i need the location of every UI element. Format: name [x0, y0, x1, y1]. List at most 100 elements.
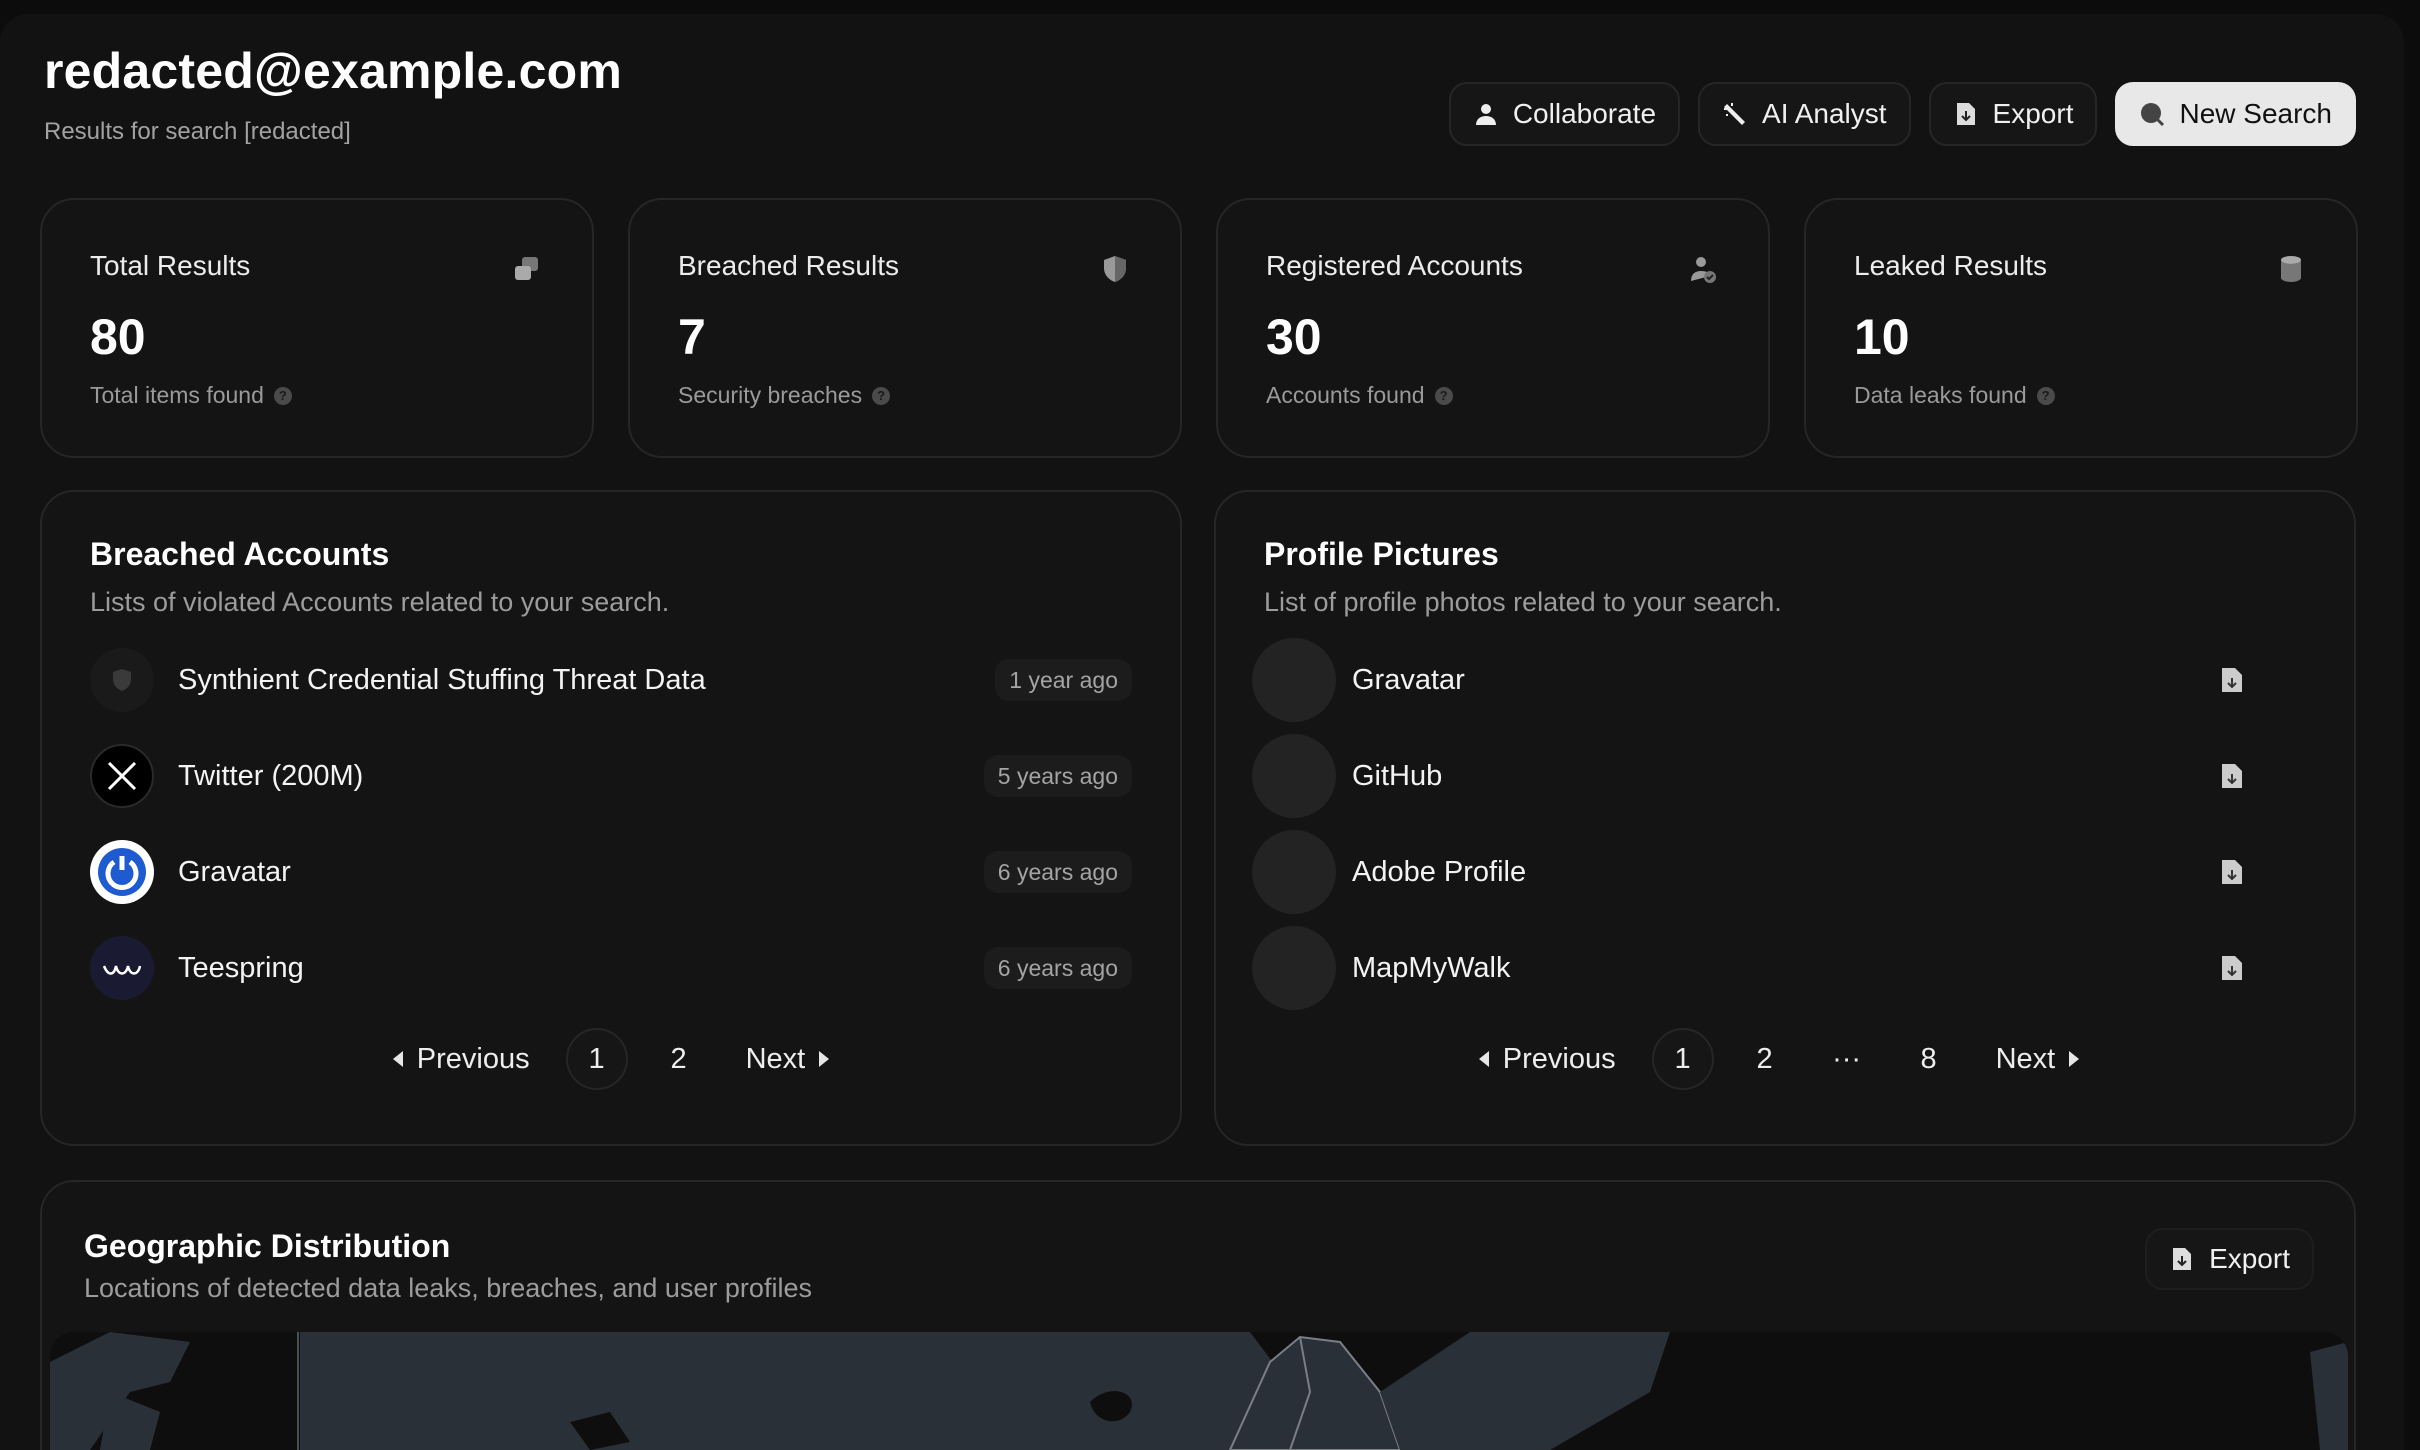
gravatar-logo-icon: [90, 840, 154, 904]
search-icon: [2139, 101, 2165, 127]
export-label: Export: [1992, 98, 2074, 129]
new-search-button[interactable]: New Search: [2115, 82, 2356, 146]
previous-label: Previous: [416, 1042, 530, 1075]
breach-name: Gravatar: [178, 855, 291, 888]
download-icon[interactable]: [2218, 954, 2246, 982]
copy-icon: [512, 254, 542, 284]
user-check-icon: [1688, 254, 1718, 284]
chevron-left-icon: [392, 1051, 403, 1067]
breach-name: Synthient Credential Stuffing Threat Dat…: [178, 663, 706, 696]
breach-pagination: Previous 1 2 Next: [90, 1028, 1132, 1090]
profile-name: Gravatar: [1352, 663, 1465, 696]
chevron-right-icon: [2069, 1051, 2080, 1067]
shield-logo-icon: [90, 648, 154, 712]
stat-value: 80: [90, 309, 146, 365]
ai-analyst-button[interactable]: AI Analyst: [1698, 82, 1911, 146]
stat-label: Registered Accounts: [1266, 250, 1523, 281]
stat-sub-text: Total items found: [90, 382, 264, 408]
stat-label: Leaked Results: [1854, 250, 2048, 281]
user-icon: [1473, 101, 1499, 127]
profile-name: MapMyWalk: [1352, 951, 1511, 984]
collaborate-label: Collaborate: [1512, 98, 1657, 129]
chevron-left-icon: [1478, 1051, 1489, 1067]
previous-label: Previous: [1502, 1042, 1616, 1075]
avatar: [1252, 830, 1336, 914]
panel-description: Lists of violated Accounts related to yo…: [90, 587, 670, 617]
list-item[interactable]: Teespring 6 years ago: [90, 920, 1132, 1016]
breach-list: Synthient Credential Stuffing Threat Dat…: [90, 632, 1132, 1016]
page-title: redacted@example.com: [44, 43, 622, 99]
stat-sub-text: Data leaks found: [1854, 382, 2027, 408]
list-item[interactable]: GitHub: [1252, 728, 2306, 824]
page-button[interactable]: 2: [1734, 1028, 1796, 1090]
download-icon[interactable]: [2218, 666, 2246, 694]
breach-time: 6 years ago: [983, 947, 1132, 989]
stat-label: Total Results: [90, 250, 251, 281]
stat-card-registered: Registered Accounts 30 Accounts found?: [1216, 198, 1770, 458]
page-button[interactable]: 8: [1898, 1028, 1960, 1090]
next-page-button[interactable]: Next: [730, 1028, 846, 1090]
page-button[interactable]: 1: [1651, 1028, 1714, 1090]
help-icon[interactable]: ?: [2036, 386, 2055, 405]
panel-title: Geographic Distribution: [84, 1228, 451, 1264]
page-ellipsis: ···: [1832, 1042, 1862, 1075]
download-icon[interactable]: [2218, 858, 2246, 886]
geo-export-button[interactable]: Export: [2145, 1228, 2314, 1290]
export-label: Export: [2209, 1243, 2290, 1274]
list-item[interactable]: Gravatar: [1252, 632, 2306, 728]
export-button[interactable]: Export: [1928, 82, 2098, 146]
stat-sub: Accounts found?: [1266, 382, 1720, 409]
help-icon[interactable]: ?: [1434, 386, 1453, 405]
header: redacted@example.com Results for search …: [44, 42, 622, 146]
help-icon[interactable]: ?: [273, 386, 292, 405]
page-button[interactable]: 2: [648, 1028, 710, 1090]
page-button[interactable]: 1: [565, 1028, 628, 1090]
panel-title: Breached Accounts: [90, 536, 390, 572]
next-page-button[interactable]: Next: [1980, 1028, 2096, 1090]
profile-name: Adobe Profile: [1352, 855, 1527, 888]
breach-time: 6 years ago: [983, 851, 1132, 893]
wand-icon: [1722, 101, 1748, 127]
list-item[interactable]: Adobe Profile: [1252, 824, 2306, 920]
stat-sub-text: Security breaches: [678, 382, 863, 408]
shield-icon: [1100, 254, 1130, 284]
list-item[interactable]: MapMyWalk: [1252, 920, 2306, 1016]
breach-time: 5 years ago: [983, 755, 1132, 797]
stat-sub: Total items found?: [90, 382, 544, 409]
panel-title: Profile Pictures: [1264, 536, 1499, 572]
ai-analyst-label: AI Analyst: [1762, 98, 1887, 129]
breach-name: Twitter (200M): [178, 759, 364, 792]
list-item[interactable]: Twitter (200M) 5 years ago: [90, 728, 1132, 824]
list-item[interactable]: Gravatar 6 years ago: [90, 824, 1132, 920]
profile-list: Gravatar GitHub Adobe Profile MapMyWalk: [1252, 632, 2306, 1016]
avatar: [1252, 734, 1336, 818]
x-logo-icon: [90, 744, 154, 808]
new-search-label: New Search: [2179, 98, 2332, 129]
help-icon[interactable]: ?: [872, 386, 891, 405]
stat-label: Breached Results: [678, 250, 900, 281]
stats-row: Total Results 80 Total items found? Brea…: [40, 198, 2358, 458]
stat-card-leaked: Leaked Results 10 Data leaks found?: [1804, 198, 2358, 458]
stat-value: 30: [1266, 309, 1322, 365]
world-map[interactable]: [50, 1332, 2348, 1450]
avatar: [1252, 638, 1336, 722]
page-subtitle: Results for search [redacted]: [44, 118, 351, 145]
previous-page-button[interactable]: Previous: [1463, 1028, 1632, 1090]
stat-value: 7: [678, 309, 706, 365]
previous-page-button[interactable]: Previous: [377, 1028, 546, 1090]
teespring-logo-icon: [90, 936, 154, 1000]
database-icon: [2276, 254, 2306, 284]
panel-description: Locations of detected data leaks, breach…: [84, 1273, 812, 1303]
breached-accounts-panel: Breached Accounts Lists of violated Acco…: [40, 490, 1182, 1146]
collaborate-button[interactable]: Collaborate: [1448, 82, 1681, 146]
stat-sub: Data leaks found?: [1854, 382, 2308, 409]
next-label: Next: [745, 1042, 806, 1075]
stat-sub: Security breaches?: [678, 382, 1132, 409]
download-icon[interactable]: [2218, 762, 2246, 790]
profile-pictures-panel: Profile Pictures List of profile photos …: [1214, 490, 2356, 1146]
chevron-right-icon: [819, 1051, 830, 1067]
profile-name: GitHub: [1352, 759, 1443, 792]
file-download-icon: [2169, 1246, 2195, 1272]
stat-card-total: Total Results 80 Total items found?: [40, 198, 594, 458]
list-item[interactable]: Synthient Credential Stuffing Threat Dat…: [90, 632, 1132, 728]
